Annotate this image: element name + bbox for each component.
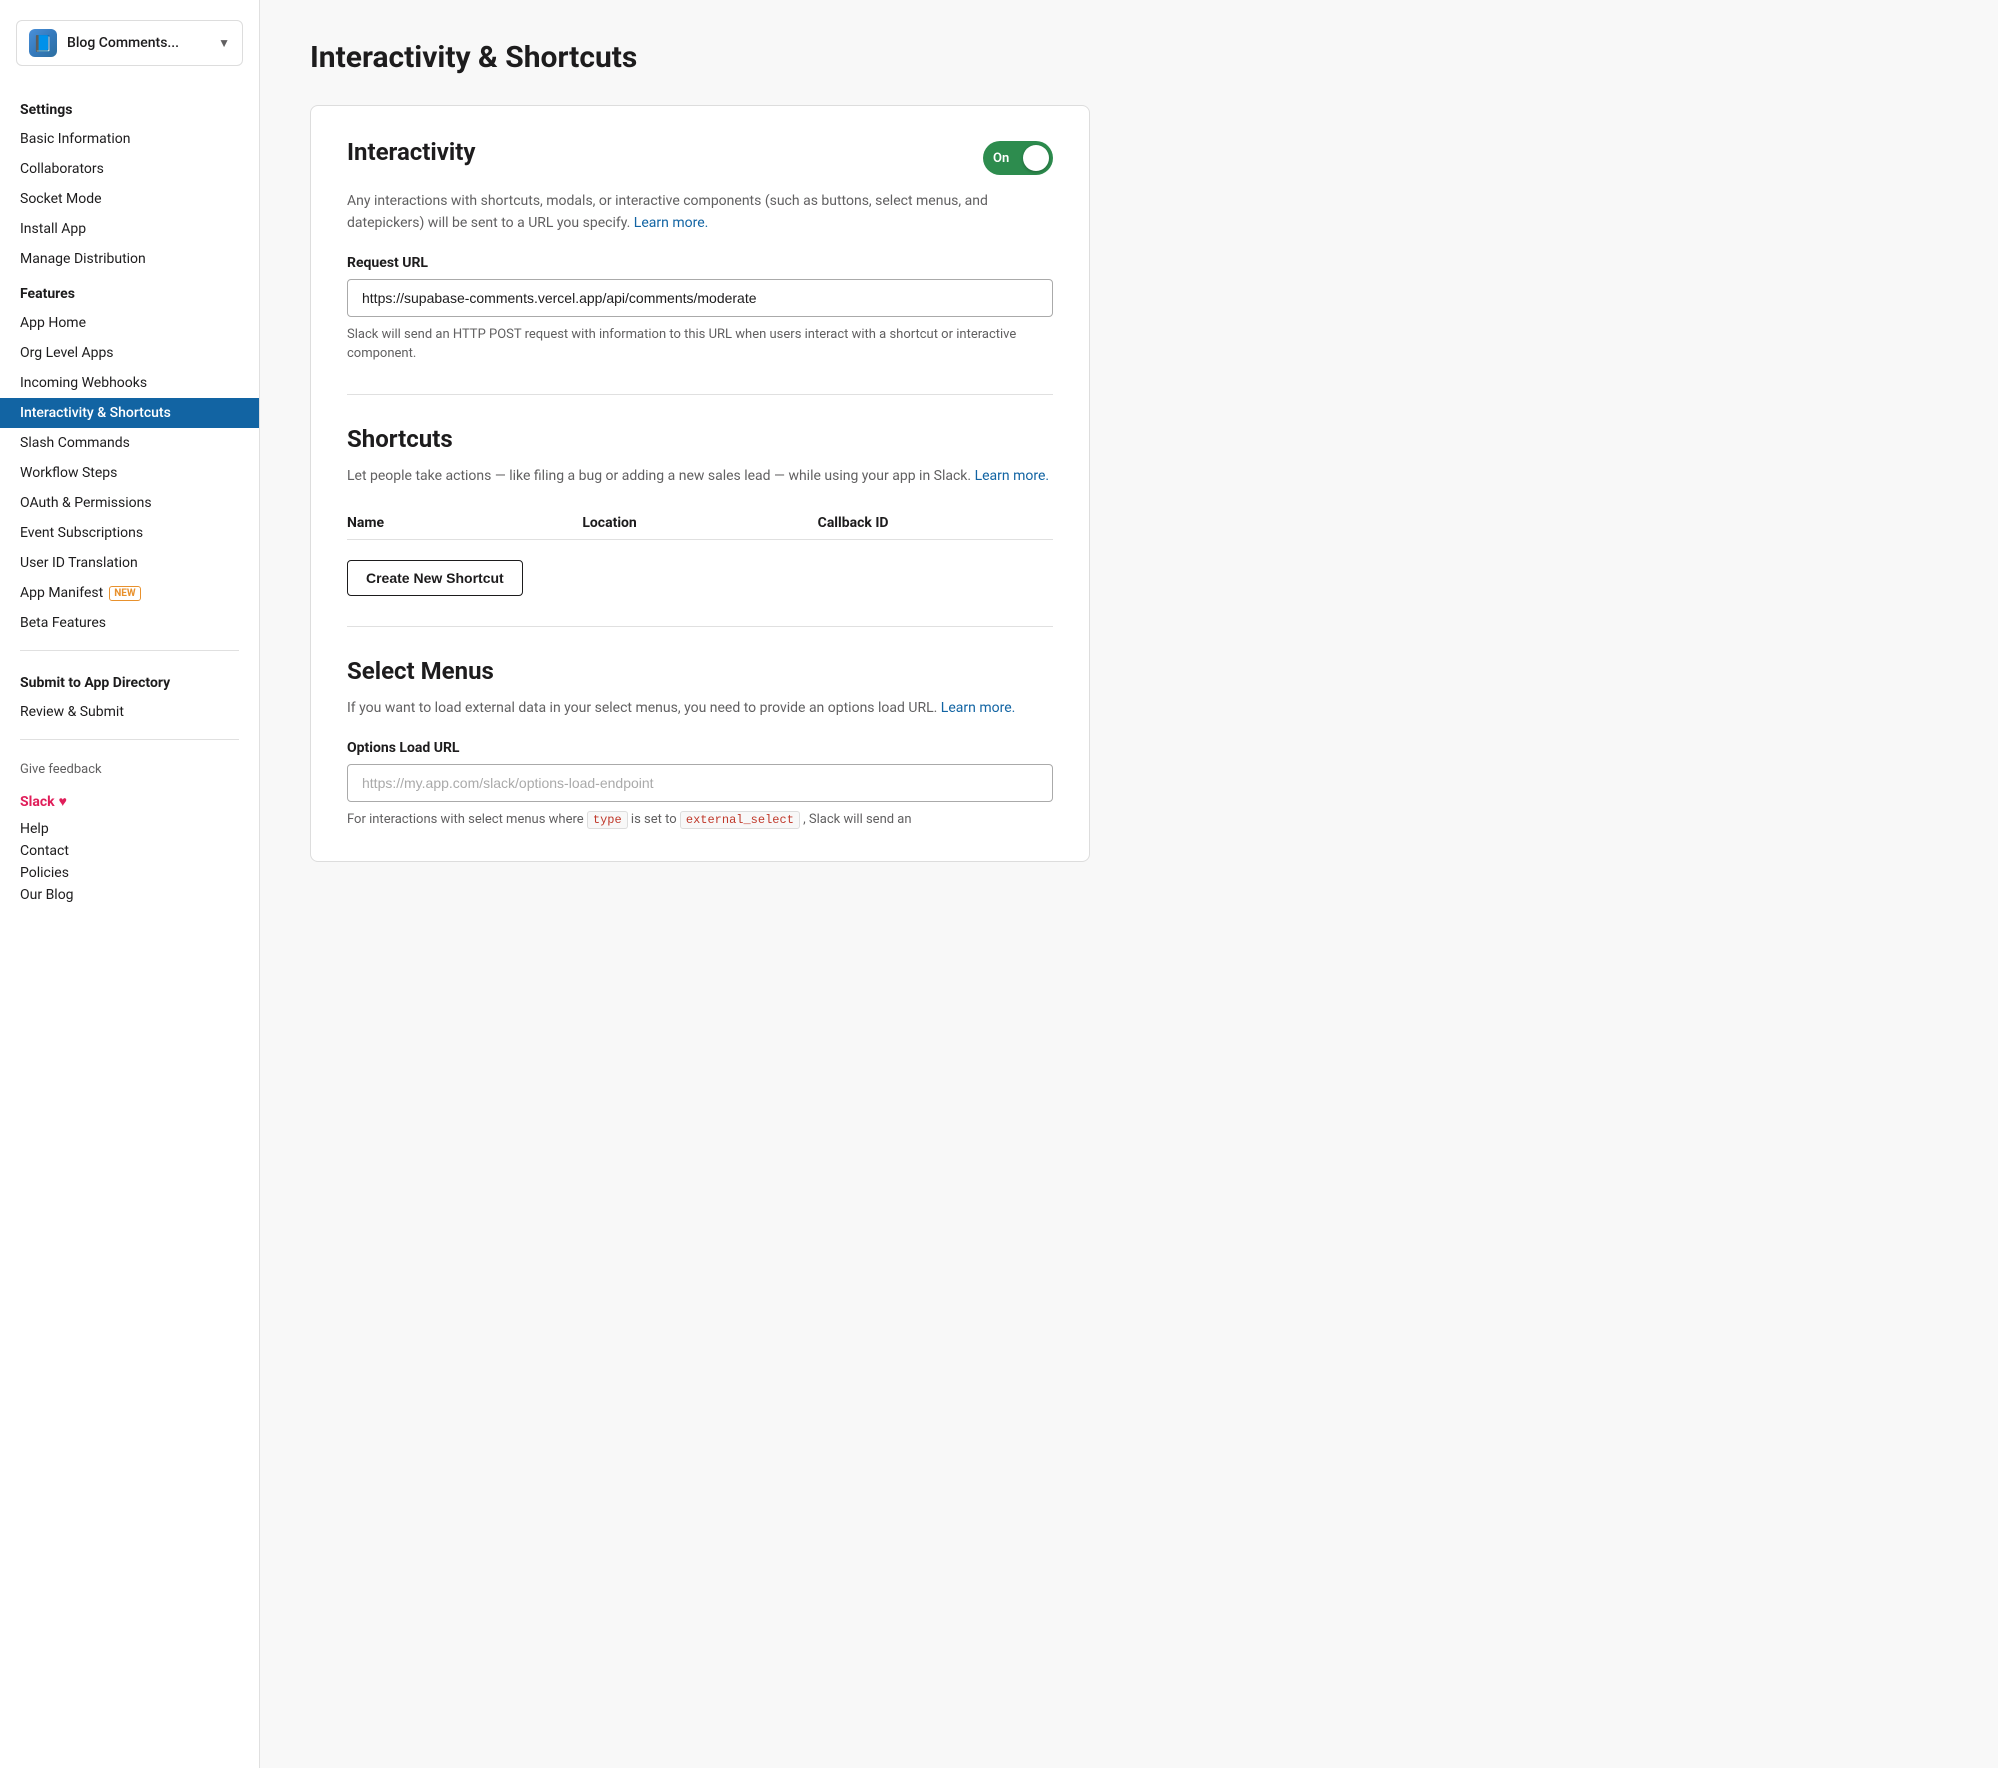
section-divider-1	[347, 394, 1053, 395]
select-menus-title: Select Menus	[347, 657, 1053, 685]
sidebar-item-review-submit[interactable]: Review & Submit	[0, 697, 259, 727]
interactivity-learn-more[interactable]: Learn more.	[634, 215, 709, 231]
request-url-helper: Slack will send an HTTP POST request wit…	[347, 325, 1053, 364]
footer-link-our-blog[interactable]: Our Blog	[20, 884, 239, 906]
options-load-url-label: Options Load URL	[347, 740, 1053, 756]
select-menus-learn-more[interactable]: Learn more.	[941, 700, 1016, 716]
interactivity-title: Interactivity	[347, 138, 475, 166]
sidebar-item-org-level-apps[interactable]: Org Level Apps	[0, 338, 259, 368]
sidebar: 📘 Blog Comments... ▼ Settings Basic Info…	[0, 0, 260, 1768]
sidebar-item-basic-information[interactable]: Basic Information	[0, 124, 259, 154]
request-url-input[interactable]	[347, 279, 1053, 317]
shortcuts-description: Let people take actions — like filing a …	[347, 465, 1053, 487]
sidebar-item-oauth-permissions[interactable]: OAuth & Permissions	[0, 488, 259, 518]
content-card: Interactivity On Any interactions with s…	[310, 105, 1090, 862]
sidebar-item-user-id-translation[interactable]: User ID Translation	[0, 548, 259, 578]
code-external-select: external_select	[680, 811, 800, 829]
sidebar-item-incoming-webhooks[interactable]: Incoming Webhooks	[0, 368, 259, 398]
app-icon: 📘	[29, 29, 57, 57]
sidebar-item-workflow-steps[interactable]: Workflow Steps	[0, 458, 259, 488]
col-header-name: Name	[347, 515, 582, 531]
section-divider-2	[347, 626, 1053, 627]
col-header-callback-id: Callback ID	[818, 515, 1053, 531]
toggle-on-label: On	[993, 151, 1009, 166]
interactivity-header: Interactivity On	[347, 138, 1053, 178]
shortcuts-learn-more[interactable]: Learn more.	[975, 468, 1050, 484]
col-header-location: Location	[582, 515, 817, 531]
sidebar-item-socket-mode[interactable]: Socket Mode	[0, 184, 259, 214]
main-content: Interactivity & Shortcuts Interactivity …	[260, 0, 1998, 1768]
sidebar-item-app-manifest[interactable]: App Manifest NEW	[0, 578, 259, 608]
sidebar-footer: Give feedback Slack ♥ Help Contact Polic…	[0, 752, 259, 916]
interactivity-description: Any interactions with shortcuts, modals,…	[347, 190, 1053, 235]
footer-link-contact[interactable]: Contact	[20, 840, 239, 862]
request-url-label: Request URL	[347, 255, 1053, 271]
app-name: Blog Comments...	[67, 35, 208, 51]
options-load-url-input[interactable]	[347, 764, 1053, 802]
new-badge: NEW	[109, 586, 140, 601]
code-type: type	[587, 811, 628, 829]
select-menus-footer: For interactions with select menus where…	[347, 810, 1053, 830]
feedback-label: Give feedback	[20, 762, 239, 777]
sidebar-item-install-app[interactable]: Install App	[0, 214, 259, 244]
toggle-container[interactable]: On	[983, 141, 1053, 175]
sidebar-item-event-subscriptions[interactable]: Event Subscriptions	[0, 518, 259, 548]
toggle-knob	[1023, 145, 1049, 171]
chevron-down-icon: ▼	[218, 36, 230, 50]
sidebar-item-beta-features[interactable]: Beta Features	[0, 608, 259, 638]
sidebar-item-collaborators[interactable]: Collaborators	[0, 154, 259, 184]
select-menus-description: If you want to load external data in you…	[347, 697, 1053, 719]
sidebar-item-interactivity-shortcuts[interactable]: Interactivity & Shortcuts	[0, 398, 259, 428]
submit-section-header: Submit to App Directory	[0, 663, 259, 697]
sidebar-item-app-home[interactable]: App Home	[0, 308, 259, 338]
features-section-header: Features	[0, 274, 259, 308]
app-selector[interactable]: 📘 Blog Comments... ▼	[16, 20, 243, 66]
page-title: Interactivity & Shortcuts	[310, 40, 1948, 75]
footer-link-policies[interactable]: Policies	[20, 862, 239, 884]
interactivity-toggle[interactable]: On	[983, 141, 1053, 175]
shortcuts-title: Shortcuts	[347, 425, 1053, 453]
sidebar-divider	[20, 650, 239, 651]
slack-logo: Slack ♥	[20, 793, 239, 810]
sidebar-item-slash-commands[interactable]: Slash Commands	[0, 428, 259, 458]
create-shortcut-button[interactable]: Create New Shortcut	[347, 560, 523, 596]
sidebar-divider-2	[20, 739, 239, 740]
sidebar-item-manage-distribution[interactable]: Manage Distribution	[0, 244, 259, 274]
settings-section-header: Settings	[0, 90, 259, 124]
shortcuts-table-header: Name Location Callback ID	[347, 507, 1053, 540]
footer-link-help[interactable]: Help	[20, 818, 239, 840]
